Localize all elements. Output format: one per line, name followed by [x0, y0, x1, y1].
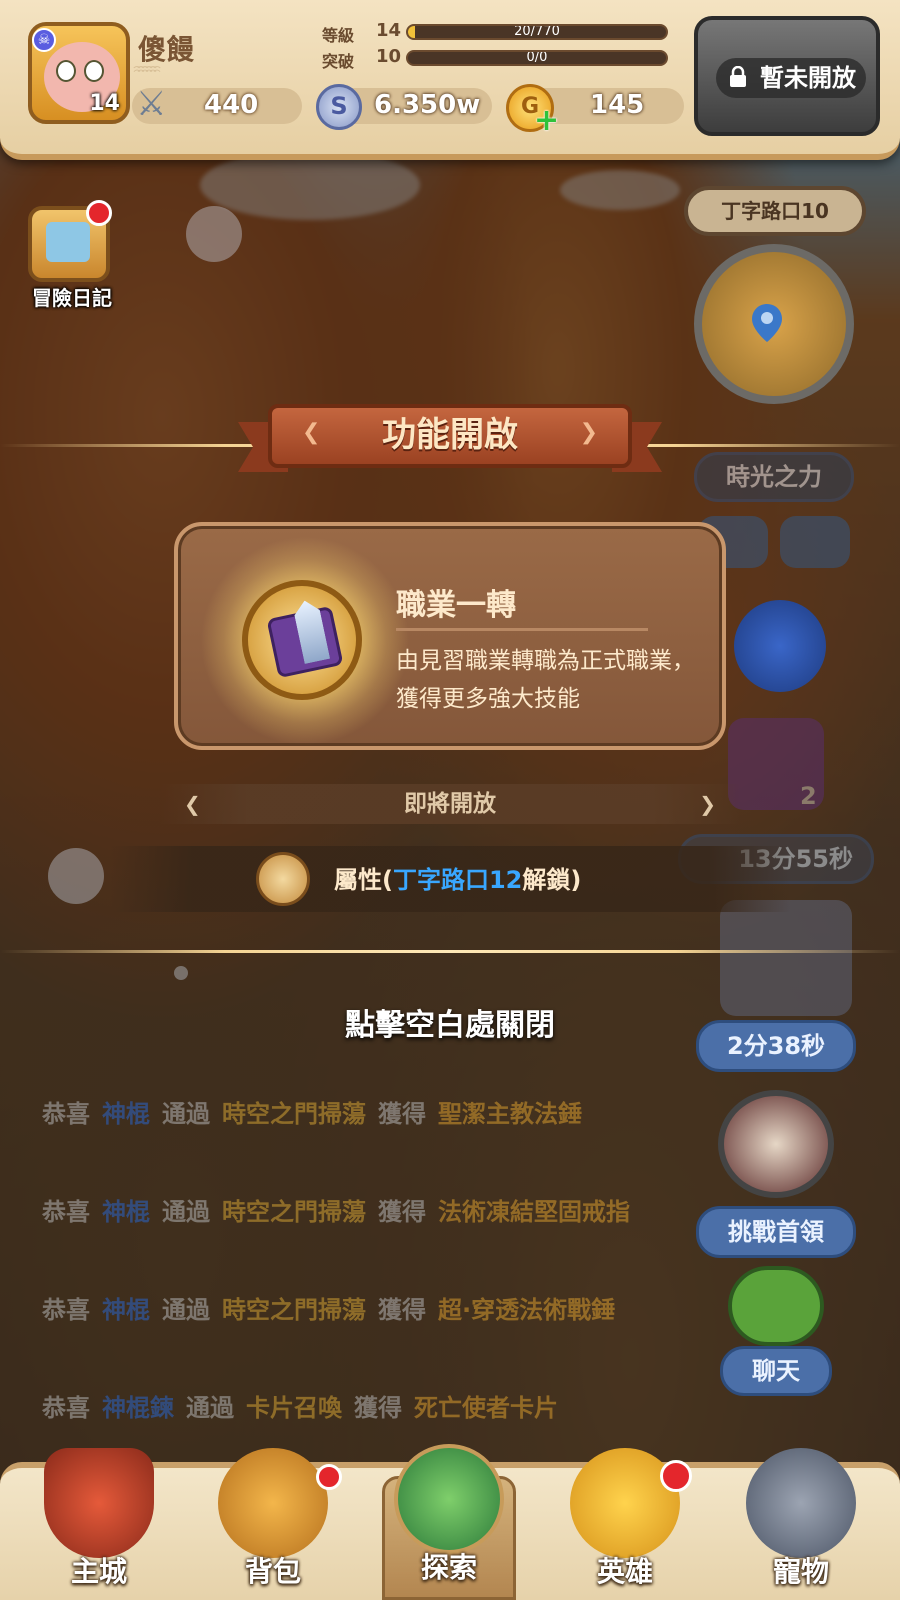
attr-unlock-location: 丁字路口12 — [392, 866, 523, 894]
location-pin-icon — [752, 304, 782, 342]
upcoming-feature-row: 屬性(丁字路口12解鎖) — [110, 846, 790, 912]
ticker-message: 恭喜 神棍 通過 時空之門掃蕩 獲得 法術凍結堅固戒指 — [42, 1192, 762, 1227]
gold-value: 145 — [590, 90, 645, 120]
close-hint: 點擊空白處關閉 — [345, 1008, 555, 1043]
break-exp-text: 0/0 — [526, 50, 548, 65]
ticker-word: 通過 — [162, 1296, 210, 1324]
ticker-mode: 時空之門掃蕩 — [222, 1100, 366, 1128]
crossed-swords-icon: ⚔ — [136, 84, 167, 124]
nav-explore[interactable]: 探索 — [374, 1436, 524, 1600]
grade-exp-text: 20/770 — [514, 24, 560, 39]
player-name: 傻饅 — [138, 33, 195, 66]
feature-card: 職業一轉 由見習職業轉職為正式職業，獲得更多強大技能 — [174, 522, 726, 750]
new-item-badge-icon — [660, 1460, 692, 1492]
popup-bottom-glow — [0, 950, 900, 953]
ticker-word: 獲得 — [378, 1198, 426, 1226]
ticker-word: 獲得 — [354, 1394, 402, 1422]
nav-hero[interactable]: 英雄 — [550, 1440, 700, 1600]
ticker-message: 恭喜 神棍鍊 通過 卡片召喚 獲得 死亡使者卡片 — [42, 1388, 762, 1423]
grade-label: 等級 — [322, 26, 355, 45]
pet-lock-icon — [746, 1448, 856, 1558]
count-badge: 2 — [800, 782, 817, 810]
skull-badge-icon: ☠ — [32, 28, 56, 52]
adventure-diary-label: 冒險日記 — [32, 286, 112, 310]
castle-icon — [44, 1448, 154, 1558]
popup-title: 功能開啟 — [382, 415, 518, 455]
ticker-mode: 時空之門掃蕩 — [222, 1198, 366, 1226]
treasure-chest-icon[interactable] — [720, 900, 852, 1016]
map-icon — [394, 1444, 504, 1554]
top-status-bar: 14 ☠ 傻饅 ꩰꩰꩰꩰꩰꩰ ⚔ 440 等級 14 20/770 突破 10 … — [0, 0, 900, 160]
bokeh-light — [48, 848, 104, 904]
ticker-word: 恭喜 — [42, 1394, 90, 1422]
player-level: 14 — [89, 91, 120, 116]
lock-icon — [730, 66, 746, 87]
feature-name: 職業一轉 — [396, 588, 516, 623]
ticker-message: 恭喜 神棍 通過 時空之門掃蕩 獲得 超·穿透法術戰錘 — [42, 1290, 762, 1325]
nav-main-city-label: 主城 — [70, 1555, 127, 1588]
notification-dot-icon — [86, 200, 112, 226]
locked-feature-panel[interactable]: 暫未開放 — [694, 16, 880, 136]
combat-power-value: 440 — [204, 90, 259, 120]
break-exp-bar: 0/0 — [406, 50, 668, 66]
nav-pet-label: 寵物 — [772, 1555, 829, 1588]
attr-suffix: 解鎖) — [522, 866, 582, 894]
add-gold-icon[interactable]: + — [534, 106, 560, 136]
ticker-word: 通過 — [162, 1198, 210, 1226]
ticker-player-name: 神棍 — [102, 1198, 150, 1226]
upcoming-feature-text: 屬性(丁字路口12解鎖) — [334, 860, 581, 895]
ticker-mode: 時空之門掃蕩 — [222, 1296, 366, 1324]
backpack-icon — [218, 1448, 328, 1558]
ticker-word: 通過 — [186, 1394, 234, 1422]
feature-description: 由見習職業轉職為正式職業，獲得更多強大技能 — [396, 648, 695, 712]
ticker-reward: 超·穿透法術戰錘 — [438, 1296, 616, 1324]
bokeh-light — [174, 966, 188, 980]
boss-mask-icon[interactable] — [780, 516, 850, 568]
attr-prefix: 屬性( — [334, 866, 393, 894]
minimap[interactable]: 丁字路口10 — [680, 186, 870, 416]
ticker-word: 恭喜 — [42, 1100, 90, 1128]
upcoming-label: 即將開放 — [404, 791, 496, 817]
upcoming-header: ❮ 即將開放 ❯ — [160, 784, 740, 824]
ticker-mode: 卡片召喚 — [246, 1394, 342, 1422]
ticker-reward: 聖潔主教法錘 — [438, 1100, 582, 1128]
combat-power: ⚔ 440 — [132, 84, 302, 124]
grade-value: 14 — [376, 20, 402, 41]
ticker-player-name: 神棍 — [102, 1296, 150, 1324]
ticker-reward: 死亡使者卡片 — [414, 1394, 558, 1422]
bokeh-light — [186, 206, 242, 262]
nav-main-city[interactable]: 主城 — [24, 1440, 174, 1600]
ticker-word: 獲得 — [378, 1296, 426, 1324]
feature-divider — [396, 628, 648, 631]
hero-portrait-icon[interactable] — [734, 600, 826, 692]
job-change-medal-icon — [242, 580, 362, 700]
ticker-player-name: 神棍 — [102, 1100, 150, 1128]
ticker-word: 通過 — [162, 1100, 210, 1128]
location-name: 丁字路口10 — [684, 186, 866, 236]
break-value: 10 — [376, 46, 402, 67]
ticker-message: 恭喜 神棍 通過 時空之門掃蕩 獲得 聖潔主教法錘 — [42, 1094, 762, 1129]
nav-backpack[interactable]: 背包 — [198, 1440, 348, 1600]
ticker-reward: 法術凍結堅固戒指 — [438, 1198, 630, 1226]
adventure-diary-button[interactable]: 冒險日記 — [22, 200, 122, 310]
notification-dot-icon — [316, 1464, 342, 1490]
silver-value: 6.350w — [374, 90, 481, 120]
scroll-icon — [256, 852, 310, 906]
break-label: 突破 — [322, 52, 355, 71]
popup-title-ribbon: ❮ ❯ 功能開啟 — [238, 398, 662, 484]
ticker-word: 恭喜 — [42, 1198, 90, 1226]
nav-explore-label: 探索 — [420, 1551, 477, 1584]
ornament-right-icon: ❯ — [699, 792, 716, 816]
grade-exp-bar: 20/770 — [406, 24, 668, 40]
ticker-word: 獲得 — [378, 1100, 426, 1128]
nav-backpack-label: 背包 — [244, 1555, 301, 1588]
ticker-word: 恭喜 — [42, 1296, 90, 1324]
nav-pet[interactable]: 寵物 — [726, 1440, 876, 1600]
silver-coin-icon: S — [316, 84, 362, 130]
time-power-button[interactable]: 時光之力 — [694, 452, 854, 502]
ticker-player-name: 神棍鍊 — [102, 1394, 174, 1422]
nav-hero-label: 英雄 — [596, 1555, 653, 1588]
